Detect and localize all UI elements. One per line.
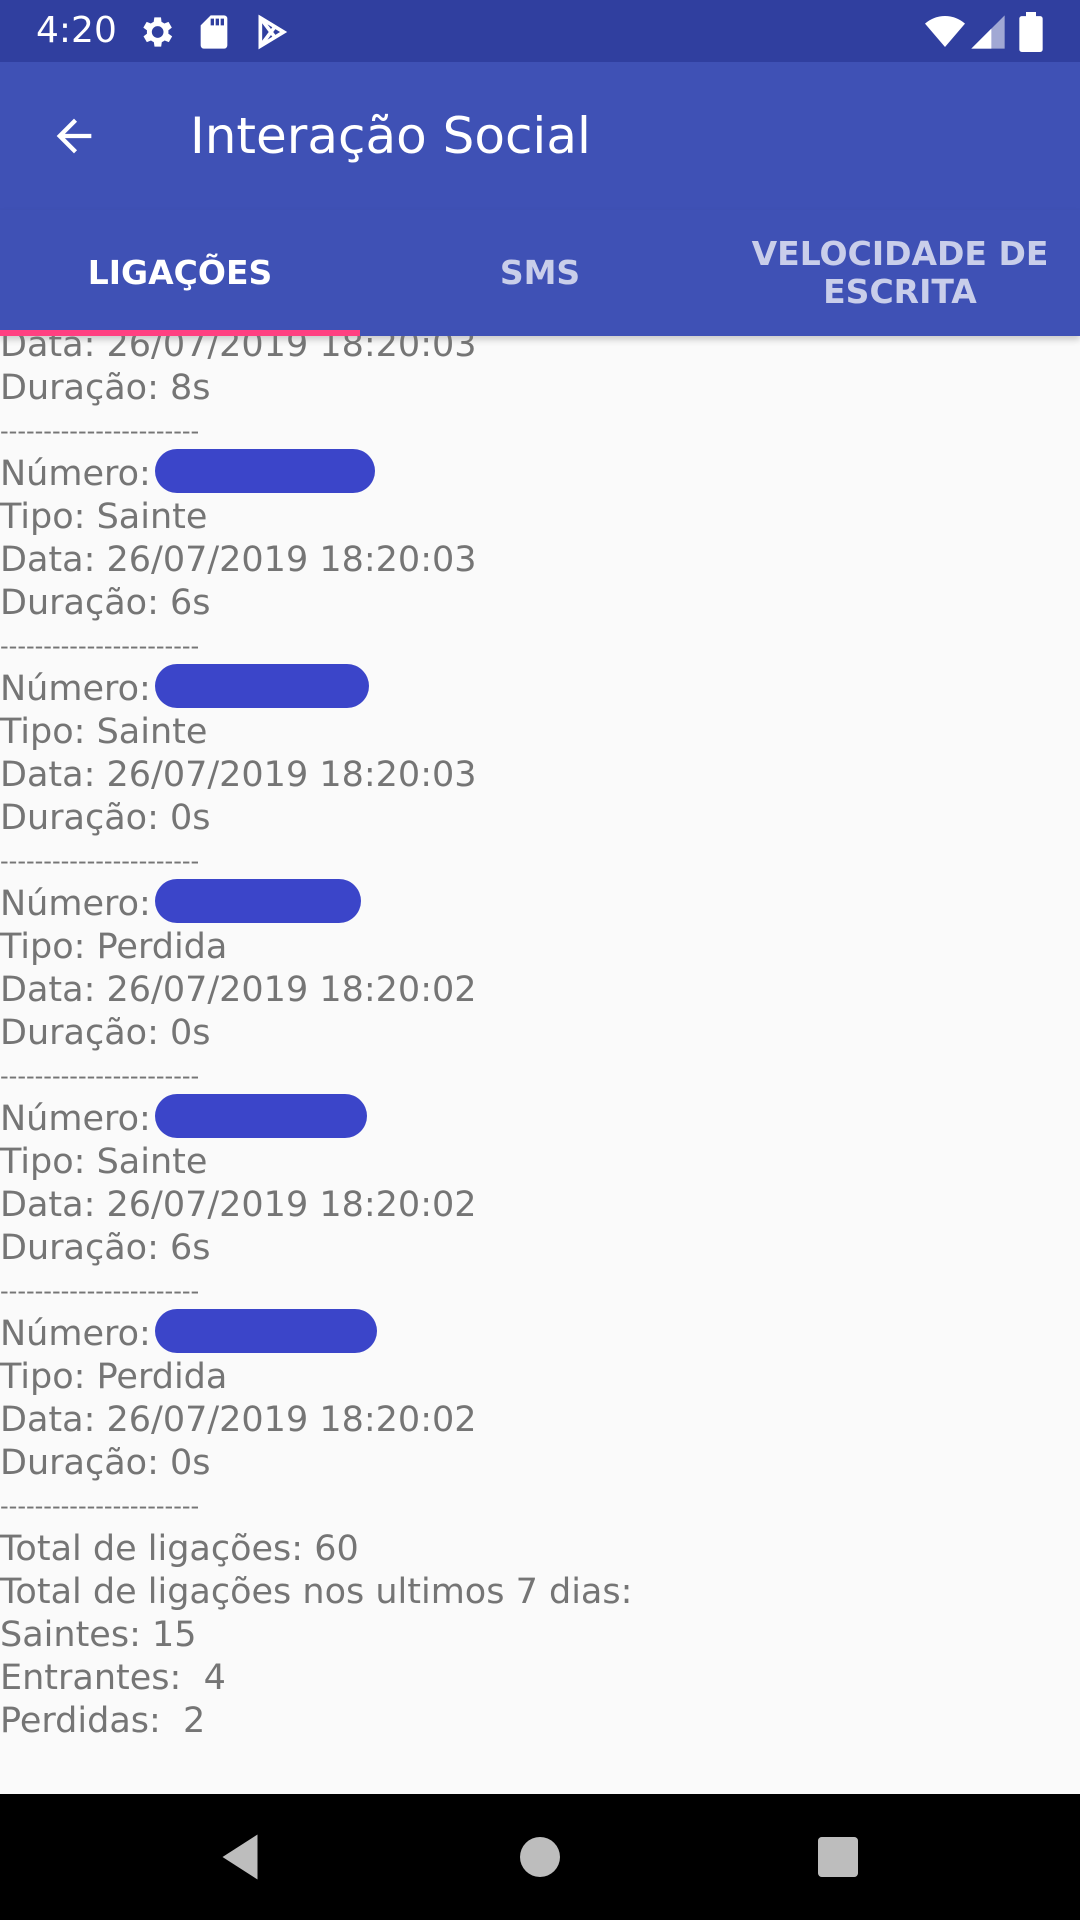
incoming-count: Entrantes: 4 (0, 1658, 226, 1698)
redacted-number (154, 879, 361, 923)
redacted-number (154, 1094, 367, 1138)
log-type: Tipo: Perdida (0, 927, 228, 967)
log-date: Data: 26/07/2019 18:20:03 (0, 540, 477, 580)
redacted-number (154, 664, 369, 708)
log-number-label: Número: (0, 454, 151, 494)
back-button[interactable] (40, 102, 108, 170)
log-duration: Duração: 8s (0, 368, 211, 408)
status-bar: 4:20 (0, 0, 1080, 62)
log-number: Número: (0, 879, 1080, 926)
log-date: Data: 26/07/2019 18:20:02 (0, 1185, 477, 1225)
log-date: Data: 26/07/2019 18:20:03 (0, 755, 477, 795)
log-number-label: Número: (0, 1099, 151, 1139)
call-log-text: Data: 26/07/2019 18:20:03 Duração: 8s --… (0, 336, 1080, 1743)
battery-icon (1016, 12, 1046, 52)
tab-ligacoes[interactable]: LIGAÇÕES (0, 210, 360, 336)
log-type: Tipo: Sainte (0, 1142, 208, 1182)
tab-sms[interactable]: SMS (360, 210, 720, 336)
log-separator: ----------------------- (0, 632, 200, 660)
log-number: Número: (0, 449, 1080, 496)
log-duration: Duração: 6s (0, 1228, 211, 1268)
page-title: Interação Social (190, 107, 591, 165)
status-time: 4:20 (36, 10, 117, 51)
log-number-label: Número: (0, 1314, 151, 1354)
cellular-signal-icon (968, 12, 1008, 52)
missed-count: Perdidas: 2 (0, 1701, 206, 1741)
log-type: Tipo: Sainte (0, 712, 208, 752)
log-duration: Duração: 0s (0, 798, 211, 838)
tab-bar: LIGAÇÕES SMS VELOCIDADE DE ESCRITA (0, 210, 1080, 336)
log-duration: Duração: 6s (0, 583, 211, 623)
log-duration: Duração: 0s (0, 1443, 211, 1483)
screen: 4:20 Interação Social LIGAÇÕES SMS VELOC… (0, 0, 1080, 1920)
log-number-label: Número: (0, 884, 151, 924)
app-bar: Interação Social (0, 62, 1080, 210)
log-type: Tipo: Sainte (0, 497, 208, 537)
redacted-number (154, 449, 375, 493)
recents-square-icon[interactable] (808, 1827, 868, 1887)
wifi-icon (922, 12, 968, 52)
outgoing-count: Saintes: 15 (0, 1615, 197, 1655)
sd-card-icon (194, 12, 234, 52)
log-number: Número: (0, 1094, 1080, 1141)
log-separator: ----------------------- (0, 417, 200, 445)
log-date: Data: 26/07/2019 18:20:02 (0, 1400, 477, 1440)
total-calls: Total de ligações: 60 (0, 1529, 359, 1569)
log-duration: Duração: 0s (0, 1013, 211, 1053)
log-separator: ----------------------- (0, 1492, 200, 1520)
log-number: Número: (0, 1309, 1080, 1356)
call-log-scroll[interactable]: Data: 26/07/2019 18:20:03 Duração: 8s --… (0, 336, 1080, 1794)
arrow-back-icon (48, 110, 100, 162)
redacted-number (154, 1309, 377, 1353)
play-store-icon (252, 12, 292, 52)
back-triangle-icon[interactable] (210, 1827, 270, 1887)
log-type: Tipo: Perdida (0, 1357, 228, 1397)
total-calls-7-days: Total de ligações nos ultimos 7 dias: (0, 1572, 633, 1612)
log-date: Data: 26/07/2019 18:20:02 (0, 970, 477, 1010)
gear-icon (136, 12, 176, 52)
log-number-label: Número: (0, 669, 151, 709)
log-separator: ----------------------- (0, 847, 200, 875)
log-separator: ----------------------- (0, 1062, 200, 1090)
tab-velocidade-de-escrita[interactable]: VELOCIDADE DE ESCRITA (720, 210, 1080, 336)
navigation-bar (0, 1794, 1080, 1920)
home-circle-icon[interactable] (510, 1827, 570, 1887)
log-date: Data: 26/07/2019 18:20:03 (0, 336, 477, 365)
log-number: Número: (0, 664, 1080, 711)
log-separator: ----------------------- (0, 1277, 200, 1305)
